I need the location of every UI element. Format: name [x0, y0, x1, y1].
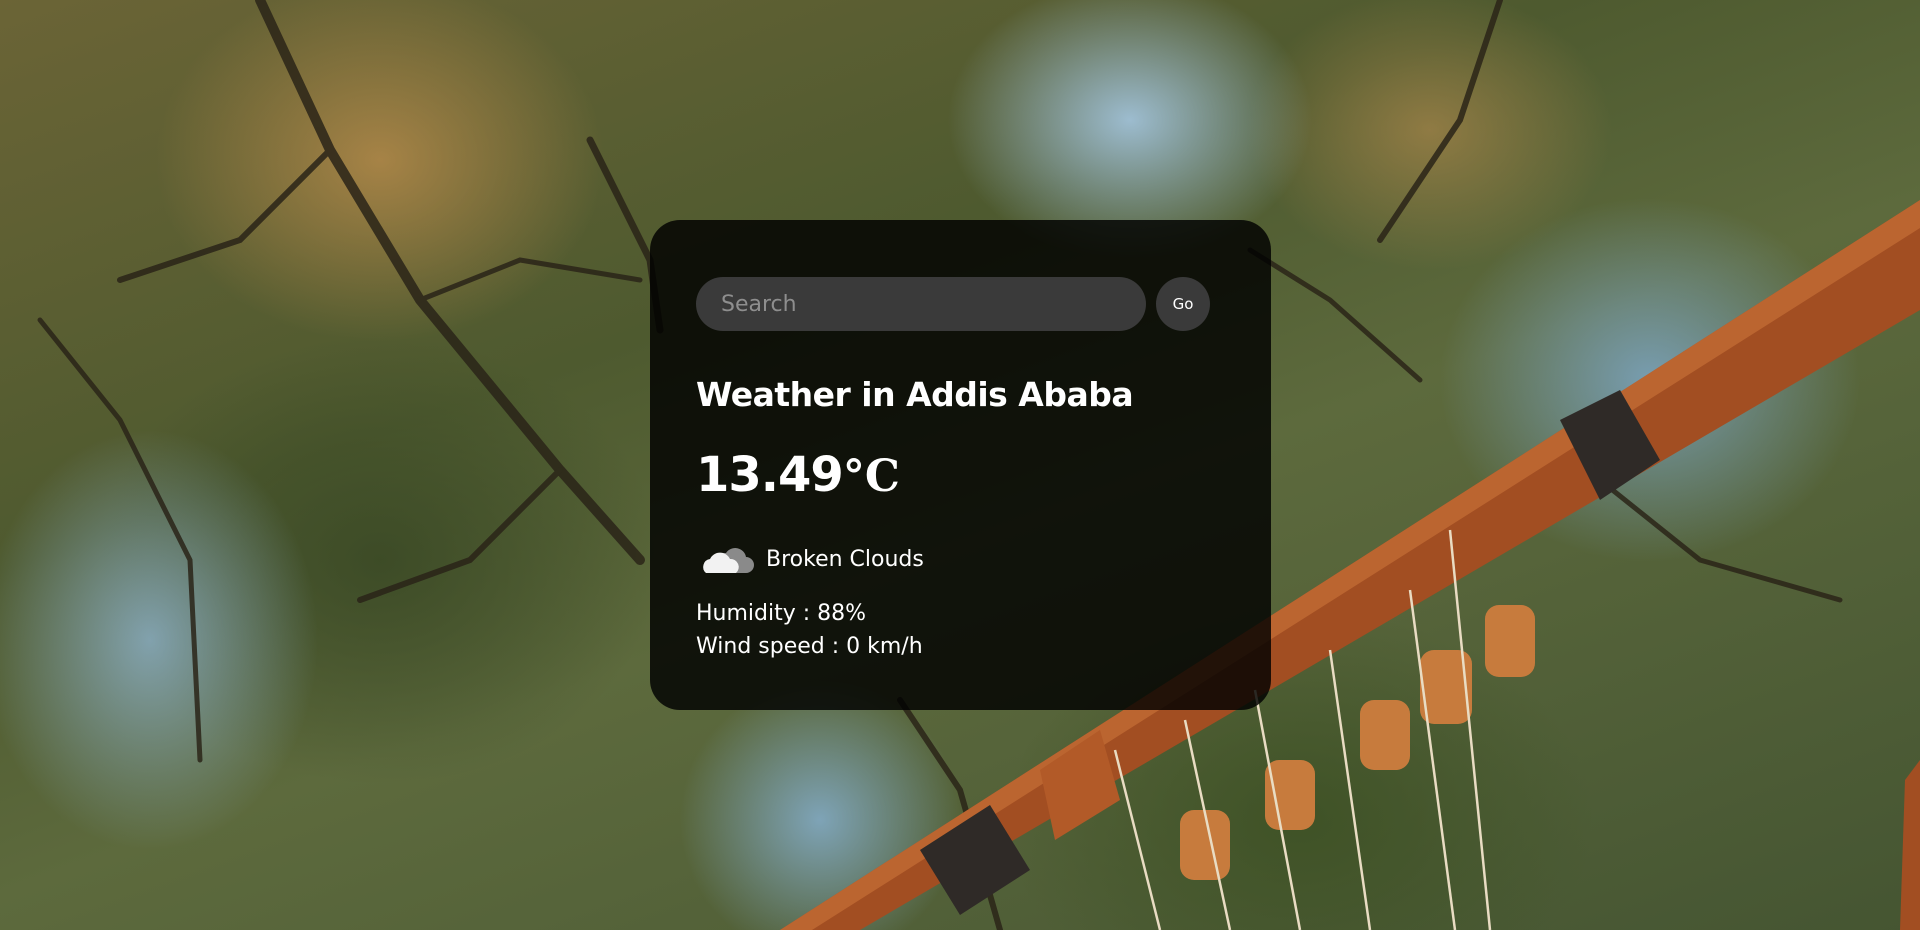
go-button[interactable]: Go [1156, 277, 1210, 331]
wind-speed-text: Wind speed : 0 km/h [696, 634, 923, 659]
weather-title: Weather in Addis Ababa [696, 375, 1134, 414]
temperature-unit: °C [842, 451, 900, 502]
search-bar: Go [696, 277, 1225, 331]
weather-card: Go Weather in Addis Ababa 13.49 °C Broke… [650, 220, 1271, 710]
temperature: 13.49 °C [696, 445, 1225, 507]
broken-clouds-icon [703, 548, 754, 573]
humidity-text: Humidity : 88% [696, 601, 867, 626]
weather-description: Broken Clouds [766, 546, 924, 572]
weather-details: Humidity : 88% Wind speed : 0 km/h [696, 597, 1225, 663]
search-input[interactable] [696, 277, 1146, 331]
temperature-value: 13.49 [696, 447, 844, 503]
weather-description-row: Broken Clouds [696, 537, 1225, 581]
